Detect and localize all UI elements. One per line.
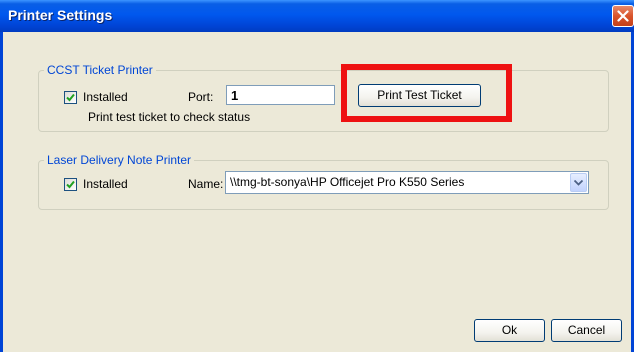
ccst-status-hint: Print test ticket to check status (88, 110, 251, 124)
close-icon (617, 10, 629, 22)
print-test-ticket-label: Print Test Ticket (377, 88, 462, 102)
ccst-installed-option[interactable]: Installed (64, 90, 128, 104)
cancel-button[interactable]: Cancel (551, 319, 622, 342)
printer-name-value: \\tmg-bt-sonya\HP Officejet Pro K550 Ser… (230, 175, 465, 189)
printer-name-dropdown[interactable]: \\tmg-bt-sonya\HP Officejet Pro K550 Ser… (225, 171, 589, 194)
laser-installed-label: Installed (83, 177, 128, 191)
ccst-printer-legend: CCST Ticket Printer (44, 63, 156, 77)
ccst-installed-label: Installed (83, 90, 128, 104)
checkmark-icon (66, 93, 75, 101)
port-label: Port: (188, 90, 214, 104)
close-button[interactable] (612, 5, 634, 27)
ok-button[interactable]: Ok (474, 319, 545, 342)
cancel-label: Cancel (567, 323, 606, 337)
checkmark-icon (66, 180, 75, 188)
chevron-down-icon (574, 180, 583, 186)
port-input[interactable] (226, 85, 335, 105)
title-bar[interactable]: Printer Settings (0, 0, 634, 32)
laser-installed-checkbox[interactable] (64, 177, 77, 191)
print-test-ticket-button[interactable]: Print Test Ticket (358, 84, 481, 107)
dropdown-arrow-button[interactable] (570, 173, 587, 192)
ccst-installed-checkbox[interactable] (64, 90, 77, 104)
laser-installed-option[interactable]: Installed (64, 177, 128, 191)
printer-settings-dialog: Printer Settings CCST Ticket Printer Ins… (0, 0, 634, 352)
printer-name-label: Name: (188, 177, 224, 191)
window-frame-left (0, 32, 3, 352)
ok-label: Ok (501, 323, 518, 337)
laser-printer-legend: Laser Delivery Note Printer (44, 153, 195, 167)
window-title: Printer Settings (8, 7, 113, 23)
